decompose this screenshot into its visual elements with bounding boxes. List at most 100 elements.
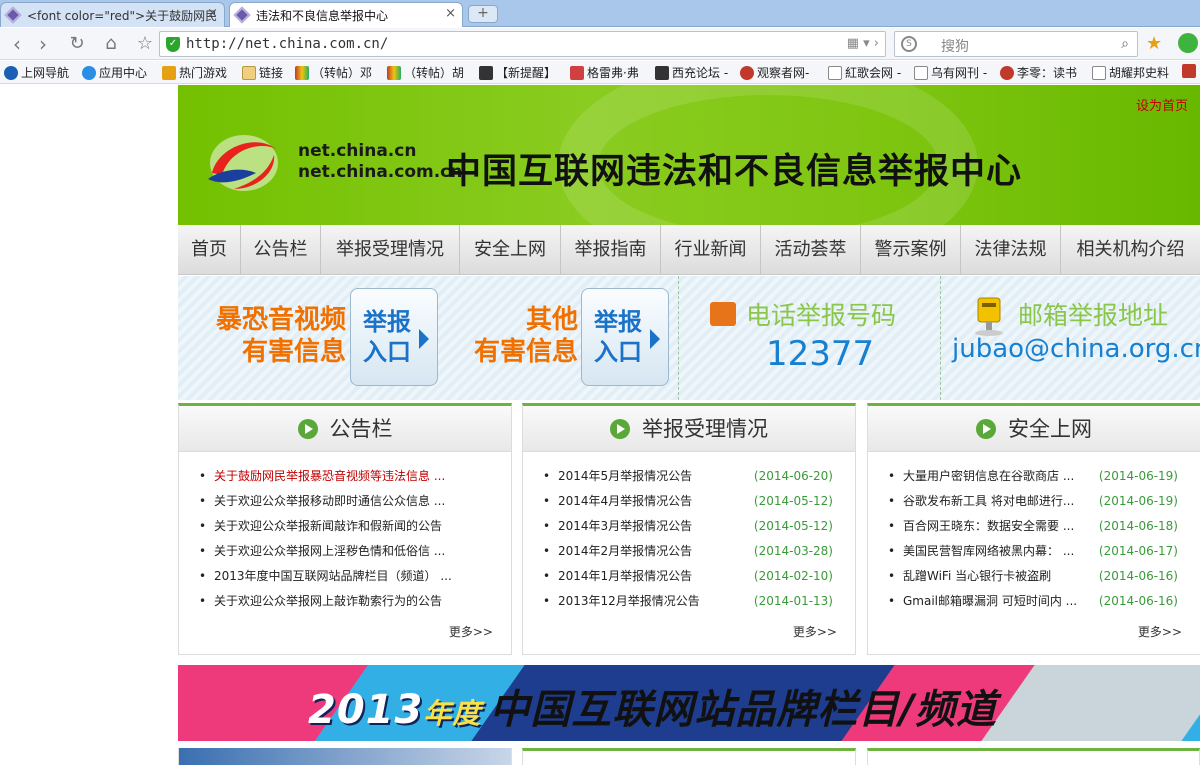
bookmark-7[interactable]: 格雷弗·弗 [570,64,639,81]
forward-icon[interactable]: › [30,31,56,57]
item-date: (2014-06-19) [1098,469,1178,483]
set-homepage-link[interactable]: 设为首页 [1136,95,1188,114]
more-link[interactable]: 更多>> [793,623,837,640]
more-bookmarks-icon[interactable] [1182,64,1199,78]
bookmark-9[interactable]: 观察者网- [740,64,809,81]
mail-address-link[interactable]: jubao@china.org.cn [952,334,1200,364]
panel-title: 举报受理情况 [642,417,768,441]
favorites-icon[interactable]: ★ [1146,33,1162,54]
phone-number: 12377 [766,334,875,374]
site-icon [479,66,493,80]
divider [940,276,941,400]
list-item[interactable]: 2014年3月举报情况公告 (2014-05-12) [523,514,855,539]
browser-tab-0[interactable]: <font color="red">关于鼓励网民 × [0,2,225,27]
page-icon [1092,66,1106,80]
bookmark-13[interactable]: 胡耀邦史料 [1092,64,1169,81]
domain-text: net.china.com.cn [298,162,463,182]
list-item[interactable]: Gmail邮箱曝漏洞 可短时间内 ... (2014-06-16) [868,589,1200,614]
menu-item-warning-cases[interactable]: 警示案例 [861,225,961,275]
browser-nav-bar: ‹ › ↻ ⌂ ☆ ✓ http://net.china.com.cn/ ▦ ▾… [0,28,1200,60]
other-report-entry-button[interactable]: 举报 入口 [581,288,669,386]
item-text: 乱蹭WiFi 当心银行卡被盗刷 [903,569,1052,583]
bookmark-10[interactable]: 紅歌会网 - [828,64,901,81]
back-icon[interactable]: ‹ [4,31,30,57]
brand-column-banner[interactable]: 2013年度 中国互联网站品牌栏目/频道 [178,665,1200,741]
search-icon[interactable]: ⌕ [1121,36,1129,52]
panel-report-status: 举报受理情况 2014年5月举报情况公告 (2014-06-20) 2014年4月… [522,403,856,655]
list-item[interactable]: 谷歌发布新工具 将对电邮进行... (2014-06-19) [868,489,1200,514]
list-item[interactable]: 关于欢迎公众举报网上淫秽色情和低俗信 ... [179,539,511,564]
bookmark-1[interactable]: 应用中心 [82,64,147,81]
item-text: 关于欢迎公众举报网上敲诈勒索行为的公告 [214,594,443,608]
menu-item-report-guide[interactable]: 举报指南 [561,225,661,275]
report-label-line: 暴恐音视频 [215,305,346,335]
list-item[interactable]: 美国民营智库网络被黑内幕： ... (2014-06-17) [868,539,1200,564]
bookmark-5[interactable]: （转帖）胡 [387,64,464,81]
page-icon [914,66,928,80]
list-item[interactable]: 关于欢迎公众举报移动即时通信公众信息 ... [179,489,511,514]
search-box[interactable]: S 搜狗 ⌕ [894,31,1138,57]
list-item[interactable]: 2014年1月举报情况公告 (2014-02-10) [523,564,855,589]
qr-code-icon[interactable]: ▦ ▾ › [847,36,879,51]
address-bar[interactable]: ✓ http://net.china.com.cn/ ▦ ▾ › [159,31,886,57]
list-item[interactable]: 关于鼓励网民举报暴恐音视频等违法信息 ... [179,464,511,489]
menu-item-safe-browsing[interactable]: 安全上网 [460,225,561,275]
bookmark-12[interactable]: 李零：读书 [1000,64,1077,81]
mail-label: 邮箱举报地址 [1018,301,1169,330]
site-icon [295,66,309,80]
menu-item-industry-news[interactable]: 行业新闻 [661,225,761,275]
list-item[interactable]: 2013年度中国互联网站品牌栏目（频道） ... [179,564,511,589]
chat-icon[interactable] [1178,33,1198,53]
menu-item-laws[interactable]: 法律法规 [961,225,1061,275]
menu-item-bulletin[interactable]: 公告栏 [241,225,321,275]
terror-report-entry-button[interactable]: 举报 入口 [350,288,438,386]
item-text: 大量用户密钥信息在谷歌商店 ... [903,469,1075,483]
bottom-panel [867,748,1200,765]
bookmark-star-icon[interactable]: ☆ [132,31,158,57]
bottom-panel [522,748,856,765]
search-input[interactable]: 搜狗 [941,36,969,56]
more-link[interactable]: 更多>> [1138,623,1182,640]
close-tab-icon[interactable]: × [445,6,456,21]
list-item[interactable]: 关于欢迎公众举报新闻敲诈和假新闻的公告 [179,514,511,539]
bookmark-label: 格雷弗·弗 [587,66,639,80]
item-date: (2014-06-17) [1098,544,1178,558]
bottom-image[interactable] [178,748,512,765]
item-date: (2014-06-16) [1098,569,1178,583]
item-text: 2014年1月举报情况公告 [558,569,693,583]
terror-report-label: 暴恐音视频 有害信息 [194,304,346,368]
bookmark-8[interactable]: 西充论坛 - [655,64,728,81]
bookmark-4[interactable]: （转帖）邓 [295,64,372,81]
close-tab-icon[interactable]: × [207,6,218,21]
list-item[interactable]: 2014年4月举报情况公告 (2014-05-12) [523,489,855,514]
list-item[interactable]: 2014年2月举报情况公告 (2014-03-28) [523,539,855,564]
list-item[interactable]: 关于欢迎公众举报网上敲诈勒索行为的公告 [179,589,511,614]
browser-tab-1[interactable]: 违法和不良信息举报中心 × [229,2,463,27]
menu-item-events[interactable]: 活动荟萃 [761,225,861,275]
new-tab-button[interactable]: + [468,5,498,23]
reload-icon[interactable]: ↻ [64,31,90,57]
menu-item-report-status[interactable]: 举报受理情况 [321,225,460,275]
list-item[interactable]: 百合网王晓东：数据安全需要 ... (2014-06-18) [868,514,1200,539]
list-item[interactable]: 乱蹭WiFi 当心银行卡被盗刷 (2014-06-16) [868,564,1200,589]
bookmark-11[interactable]: 乌有网刊 - [914,64,987,81]
report-section: 暴恐音视频 有害信息 举报 入口 其他 有害信息 举报 入口 电话举报号码 12… [178,276,1200,400]
brand-title: 中国互联网站品牌栏目/频道 [489,687,997,733]
bookmark-label: 链接 [259,66,284,80]
bookmark-0[interactable]: 上网导航 [4,64,69,81]
list-item[interactable]: 大量用户密钥信息在谷歌商店 ... (2014-06-19) [868,464,1200,489]
panel-header[interactable]: 公告栏 [179,406,511,452]
favicon-icon [233,6,251,24]
bookmark-3[interactable]: 链接 [242,64,283,81]
bookmark-2[interactable]: 热门游戏 [162,64,227,81]
home-icon[interactable]: ⌂ [98,31,124,57]
list-item[interactable]: 2014年5月举报情况公告 (2014-06-20) [523,464,855,489]
list-item[interactable]: 2013年12月举报情况公告 (2014-01-13) [523,589,855,614]
more-link[interactable]: 更多>> [449,623,493,640]
panel-header[interactable]: 举报受理情况 [523,406,855,452]
bookmark-6[interactable]: 【新提醒】 [479,64,556,81]
menu-item-home[interactable]: 首页 [178,225,241,275]
url-text[interactable]: http://net.china.com.cn/ [186,36,388,52]
panel-header[interactable]: 安全上网 [868,406,1200,452]
menu-item-agencies[interactable]: 相关机构介绍 [1061,225,1200,275]
